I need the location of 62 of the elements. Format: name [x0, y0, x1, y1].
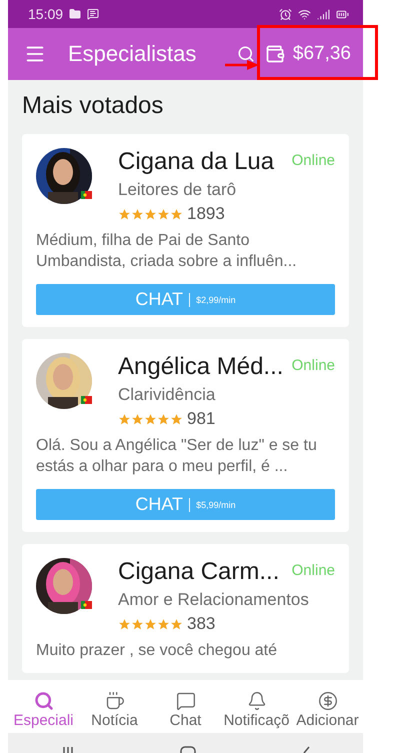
star-icon — [118, 618, 131, 630]
star-icon — [170, 618, 183, 630]
wallet-icon[interactable] — [264, 44, 285, 64]
signal-icon — [317, 8, 330, 20]
app-title: Especialistas — [68, 41, 196, 67]
cup-icon — [104, 691, 124, 711]
online-status: Online — [292, 152, 335, 169]
expert-category: Leitores de tarô — [118, 180, 238, 200]
battery-icon — [336, 8, 349, 20]
review-count: 383 — [187, 614, 216, 634]
online-status: Online — [292, 357, 335, 374]
star-icon — [144, 412, 157, 426]
online-status: Online — [292, 562, 335, 579]
section-title: Mais votados — [22, 92, 164, 120]
flag-icon — [81, 396, 92, 404]
star-icon — [170, 412, 183, 426]
star-icon — [144, 618, 157, 630]
flag-icon — [81, 601, 92, 609]
status-time: 15:09 — [28, 6, 64, 22]
star-icon — [170, 208, 183, 220]
expert-card[interactable]: Cigana da Lua Online Leitores de tarô 1893 Médium, filha de Pai de Santo Umbandista, criada sobre a influên... CHAT $2,99/min — [22, 134, 349, 327]
flag-icon — [81, 191, 92, 199]
star-icon — [144, 208, 157, 220]
alarm-icon — [279, 8, 292, 20]
expert-category: Amor e Relacionamentos — [118, 590, 310, 610]
star-icon — [131, 618, 144, 630]
nav-tab[interactable]: Especiali — [8, 691, 79, 729]
search-icon[interactable] — [236, 45, 255, 63]
expert-description: Muito prazer , se você chegou até — [36, 641, 278, 661]
balance-amount: $67,36 — [292, 43, 351, 65]
expert-card[interactable]: Cigana Carm... Online Amor e Relacionamentos 383 Muito prazer , se você chegou até — [22, 544, 349, 673]
review-count: 981 — [187, 409, 216, 429]
expert-card[interactable]: Angélica Méd... Online Clarividência 981 Olá. Sou a Angélica "Ser de luz" e se tu estás a olhar para o meu perfil, é ... CHAT $5,99/min — [22, 339, 349, 532]
wifi-icon — [298, 8, 311, 20]
star-icon — [131, 208, 144, 220]
star-icon — [157, 208, 170, 220]
folder-icon — [69, 8, 82, 20]
expert-description: Olá. Sou a Angélica "Ser de luz" e se tu estás a olhar para o meu perfil, é ... — [36, 436, 318, 477]
dollar-icon — [318, 691, 338, 711]
star-icon — [118, 412, 131, 426]
pointer-arrow — [225, 60, 259, 70]
back-icon[interactable] — [300, 745, 310, 753]
nav-tab[interactable]: Notícia — [79, 691, 150, 729]
nav-tab[interactable]: Notificaçõ — [221, 691, 292, 729]
bell-icon — [246, 691, 266, 711]
search-icon — [34, 691, 54, 711]
home-icon[interactable] — [180, 745, 196, 753]
nav-tab[interactable]: Chat — [150, 691, 221, 729]
chat-bubble-icon — [176, 691, 196, 711]
star-icon — [118, 208, 131, 220]
expert-name: Cigana Carm... — [118, 558, 280, 586]
recents-icon[interactable] — [60, 745, 74, 753]
expert-name: Angélica Méd... — [118, 353, 284, 381]
expert-description: Médium, filha de Pai de Santo Umbandista, criada sobre a influên... — [36, 231, 298, 272]
nav-tab[interactable]: Adicionar — [292, 691, 363, 729]
review-count: 1893 — [187, 204, 225, 224]
star-icon — [131, 412, 144, 426]
star-icon — [157, 618, 170, 630]
star-icon — [157, 412, 170, 426]
expert-category: Clarividência — [118, 385, 216, 405]
expert-name: Cigana da Lua — [118, 148, 274, 176]
message-icon — [87, 8, 100, 20]
